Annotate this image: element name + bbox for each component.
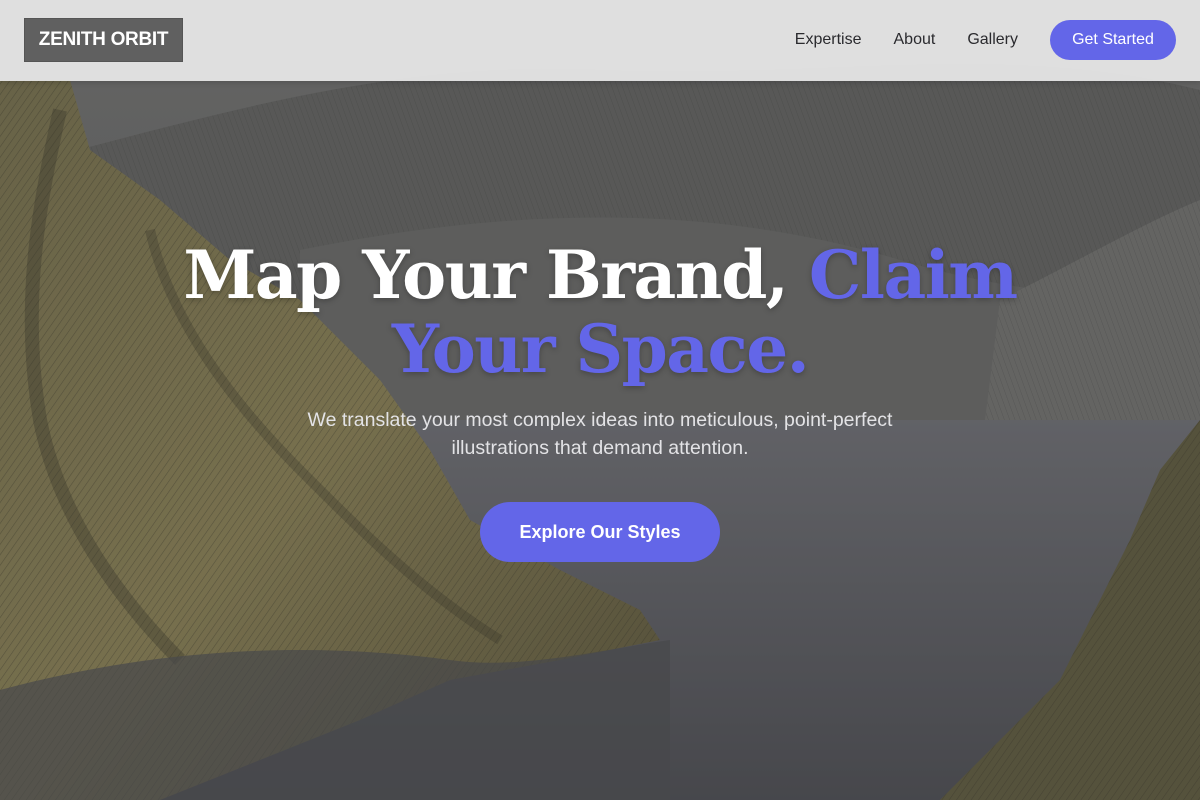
hero-section: Map Your Brand, Claim Your Space. We tra… [0,238,1200,562]
logo[interactable]: ZENITH ORBIT [24,18,183,62]
landing-page: ZENITH ORBIT Expertise About Gallery Get… [0,0,1200,800]
main-nav: Expertise About Gallery Get Started [795,20,1176,60]
hero-title-main: Map Your Brand, [183,236,809,314]
explore-styles-button[interactable]: Explore Our Styles [480,502,720,562]
get-started-button[interactable]: Get Started [1050,20,1176,60]
hero-subtitle: We translate your most complex ideas int… [307,409,893,459]
nav-link-expertise[interactable]: Expertise [795,31,862,49]
hero-title: Map Your Brand, Claim Your Space. [100,238,1100,386]
nav-link-gallery[interactable]: Gallery [967,31,1018,49]
site-header: ZENITH ORBIT Expertise About Gallery Get… [0,0,1200,81]
nav-link-about[interactable]: About [894,31,936,49]
